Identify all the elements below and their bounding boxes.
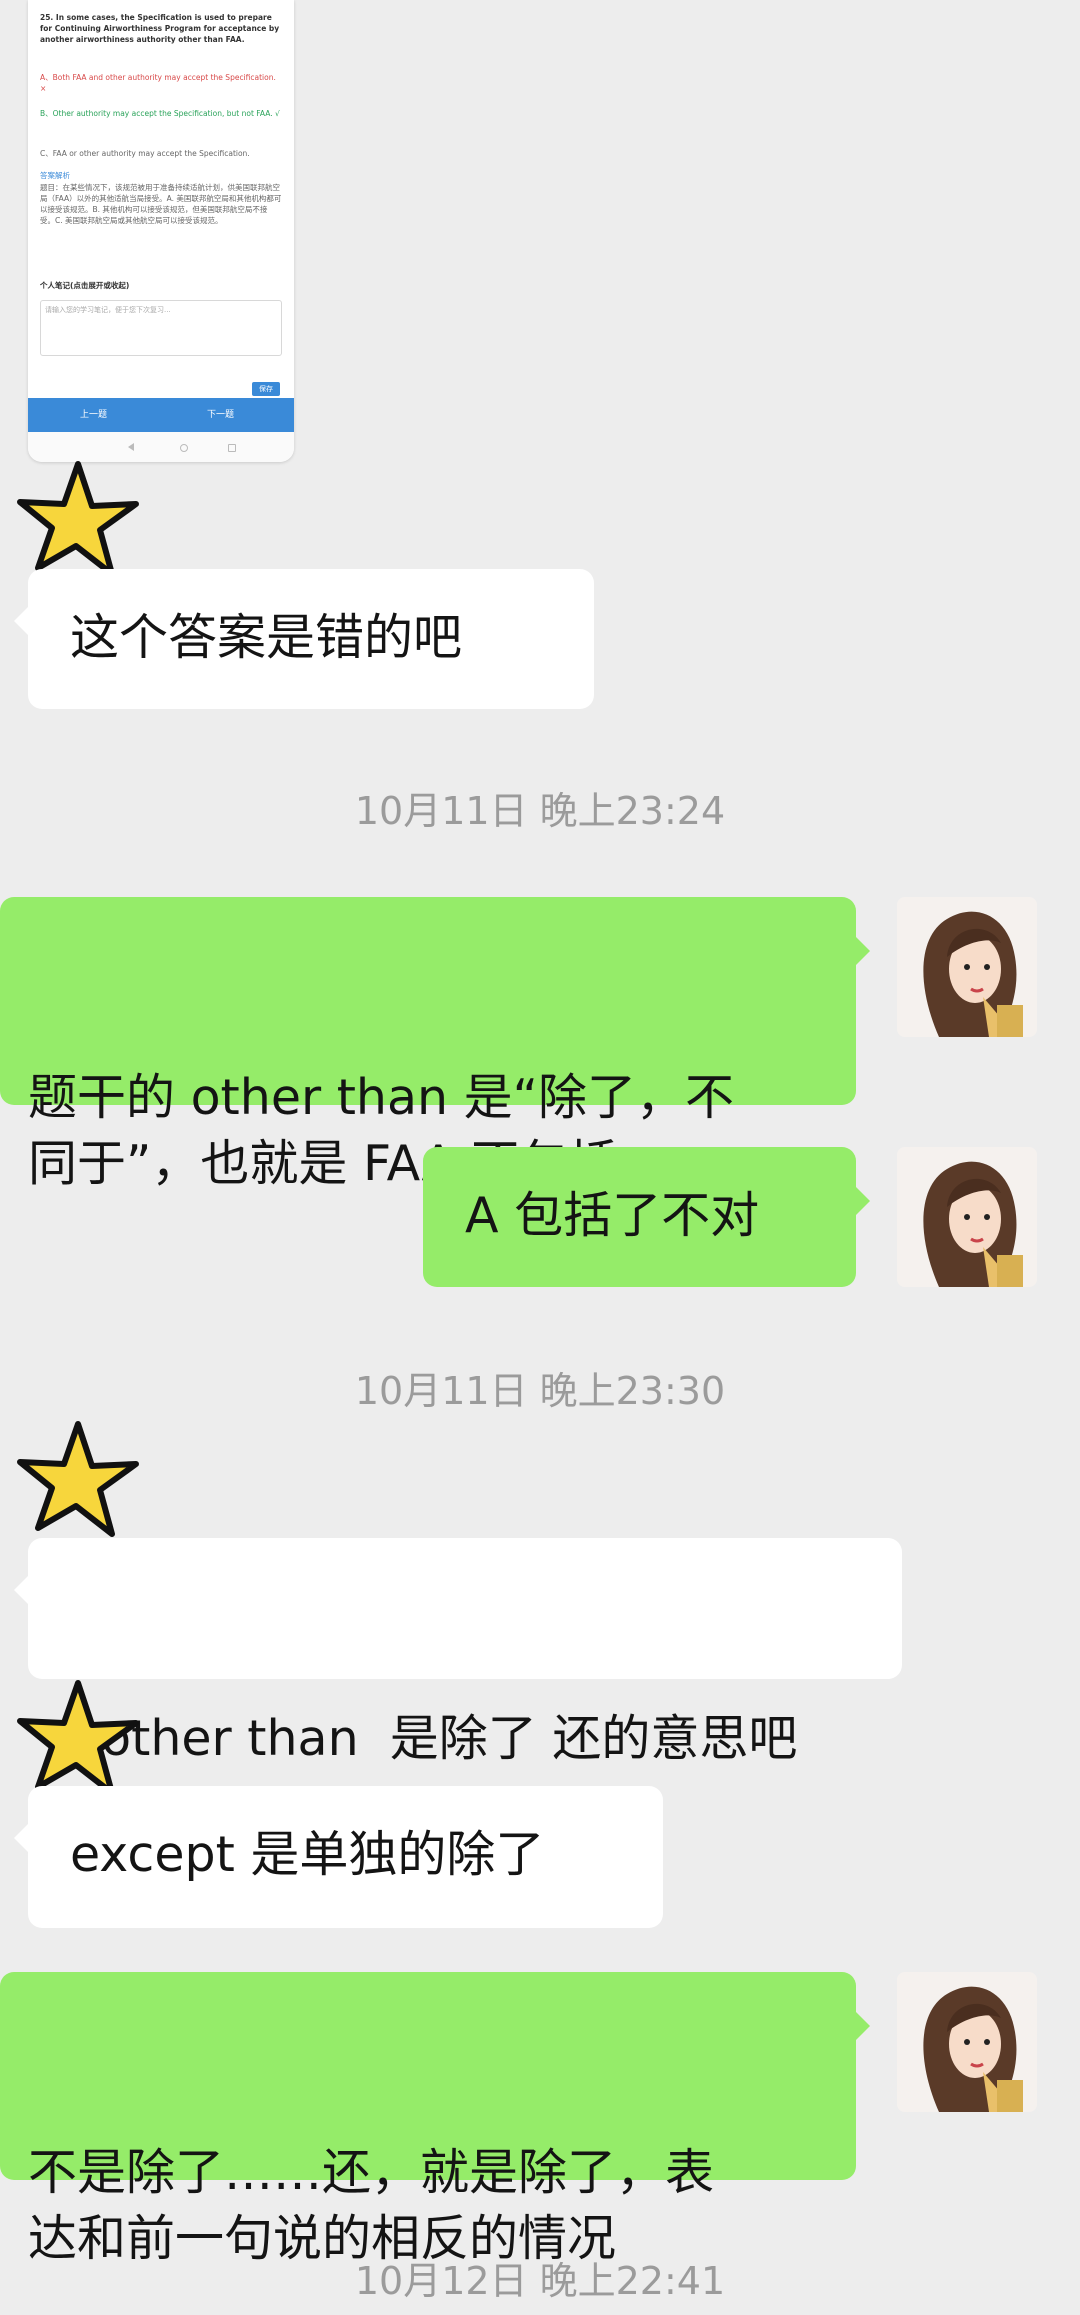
screenshot-explain-body: 题目：在某些情况下，该规范被用于准备持续适航计划，供美国联邦航空局（FAA）以外… bbox=[40, 183, 282, 225]
screenshot-option-b: B、Other authority may accept the Specifi… bbox=[40, 109, 280, 118]
message-bubble-incoming[interactable]: other than 是除了 还的意思吧 bbox=[14, 1538, 902, 1767]
timestamp: 10月11日 晚上23:30 bbox=[354, 1369, 726, 1413]
message-bubble-outgoing[interactable]: 不是除了……还，就是除了，表 达和前一句说的相反的情况 bbox=[0, 1972, 870, 2267]
timestamp: 10月11日 晚上23:24 bbox=[354, 789, 726, 833]
message-bubble-outgoing[interactable]: 题干的 other than 是“除了，不 同于”，也就是 FAA 不包括 bbox=[0, 897, 870, 1192]
screenshot-note-heading: 个人笔记(点击展开或收起) bbox=[40, 281, 130, 290]
screenshot-next-button: 下一题 bbox=[206, 410, 234, 420]
screenshot-nav-bar: 上一题 下一题 bbox=[28, 398, 294, 432]
shared-screenshot-image[interactable]: 25. In some cases, the Specification is … bbox=[28, 0, 294, 462]
screenshot-option-a: A、Both FAA and other authority may accep… bbox=[40, 73, 276, 93]
self-avatar[interactable] bbox=[897, 897, 1037, 1037]
contact-avatar-star-icon[interactable] bbox=[12, 1416, 142, 1546]
timestamp: 10月12日 晚上22:41 bbox=[354, 2259, 726, 2303]
screenshot-note-field: 请输入您的学习笔记，便于您下次复习... bbox=[40, 300, 282, 356]
message-text: except 是单独的除了 bbox=[70, 1826, 545, 1883]
screenshot-save-button: 保存 bbox=[252, 382, 280, 396]
contact-avatar-star-icon[interactable] bbox=[12, 456, 142, 586]
message-bubble-outgoing[interactable]: A 包括了不对 bbox=[423, 1147, 870, 1287]
message-text: other than 是除了 还的意思吧 bbox=[101, 1710, 798, 1767]
message-bubble-incoming[interactable]: 这个答案是错的吧 bbox=[14, 569, 594, 709]
message-text: 这个答案是错的吧 bbox=[70, 609, 463, 666]
screenshot-prev-button: 上一题 bbox=[80, 410, 108, 420]
screenshot-question: 25. In some cases, the Specification is … bbox=[40, 13, 280, 44]
message-text: A 包括了不对 bbox=[465, 1187, 760, 1244]
message-bubble-incoming[interactable]: except 是单独的除了 bbox=[14, 1786, 663, 1928]
self-avatar[interactable] bbox=[897, 1972, 1037, 2112]
message-text: 不是除了……还，就是除了，表 达和前一句说的相反的情况 bbox=[28, 2144, 715, 2267]
screenshot-option-c: C、FAA or other authority may accept the … bbox=[40, 149, 250, 158]
self-avatar[interactable] bbox=[897, 1147, 1037, 1287]
screenshot-explain-heading: 答案解析 bbox=[40, 171, 70, 180]
